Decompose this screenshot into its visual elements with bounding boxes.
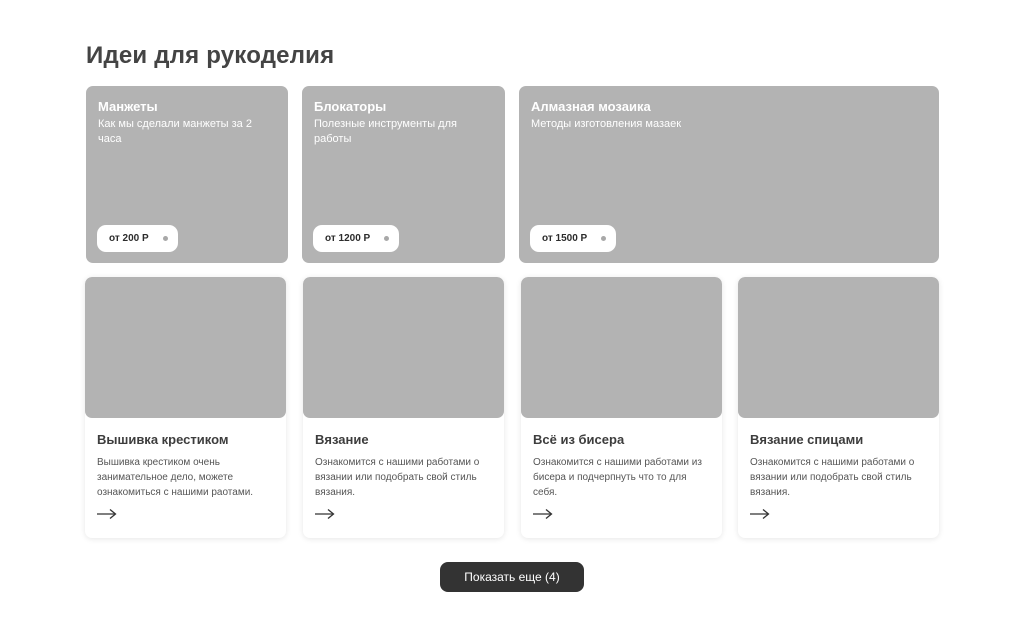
tile-subtitle: Методы изготовления мазаек bbox=[531, 118, 682, 130]
page-title: Идеи для рукоделия bbox=[86, 42, 335, 69]
price-badge[interactable]: от 1500 Р bbox=[530, 225, 617, 252]
tile-cuffs[interactable]: Манжеты Как мы сделали манжеты за 2 часа… bbox=[86, 86, 288, 263]
card-needle-knitting[interactable]: Вязание спицами Ознакомится с нашими раб… bbox=[738, 277, 939, 538]
price-label: от 1200 Р bbox=[325, 233, 371, 244]
card-image bbox=[738, 277, 939, 418]
price-badge[interactable]: от 1200 Р bbox=[313, 225, 400, 252]
card-text: Ознакомится с нашими работами о вязании … bbox=[750, 457, 915, 498]
dot-icon bbox=[601, 236, 607, 241]
dot-icon bbox=[162, 236, 168, 241]
arrow-right-icon[interactable] bbox=[97, 508, 117, 520]
tile-blockers[interactable]: Блокаторы Полезные инструменты для работ… bbox=[302, 86, 505, 263]
tile-title: Алмазная мозаика bbox=[531, 99, 651, 114]
card-text: Ознакомится с нашими работами о вязании … bbox=[315, 457, 480, 498]
dot-icon bbox=[384, 236, 390, 241]
arrow-right-icon[interactable] bbox=[750, 508, 770, 520]
card-text: Ознакомится с нашими работами из бисера … bbox=[533, 457, 702, 498]
price-badge[interactable]: от 200 Р bbox=[97, 225, 178, 252]
tile-diamond-mosaic[interactable]: Алмазная мозаика Методы изготовления маз… bbox=[519, 86, 939, 263]
price-label: от 1500 Р bbox=[542, 233, 588, 244]
card-image bbox=[521, 277, 722, 418]
card-title: Вязание bbox=[315, 432, 369, 447]
page: Идеи для рукоделия Манжеты Как мы сделал… bbox=[0, 0, 1024, 626]
arrow-right-icon[interactable] bbox=[533, 508, 553, 520]
card-text: Вышивка крестиком очень занимательное де… bbox=[97, 457, 254, 498]
card-title: Вязание спицами bbox=[750, 432, 864, 447]
tile-title: Блокаторы bbox=[314, 99, 387, 114]
card-title: Вышивка крестиком bbox=[97, 432, 229, 447]
tile-subtitle: Как мы сделали манжеты за 2 часа bbox=[98, 118, 252, 145]
card-beads[interactable]: Всё из бисера Ознакомится с нашими работ… bbox=[521, 277, 722, 538]
card-cross-stitch[interactable]: Вышивка крестиком Вышивка крестиком очен… bbox=[85, 277, 286, 538]
price-label: от 200 Р bbox=[109, 233, 149, 244]
card-image bbox=[85, 277, 286, 418]
card-knitting[interactable]: Вязание Ознакомится с нашими работами о … bbox=[303, 277, 504, 538]
card-image bbox=[303, 277, 504, 418]
tile-subtitle: Полезные инструменты для работы bbox=[314, 118, 457, 145]
card-title: Всё из бисера bbox=[533, 432, 625, 447]
tile-title: Манжеты bbox=[98, 99, 158, 114]
show-more-button[interactable]: Показать еще (4) bbox=[440, 562, 584, 592]
arrow-right-icon[interactable] bbox=[315, 508, 335, 520]
